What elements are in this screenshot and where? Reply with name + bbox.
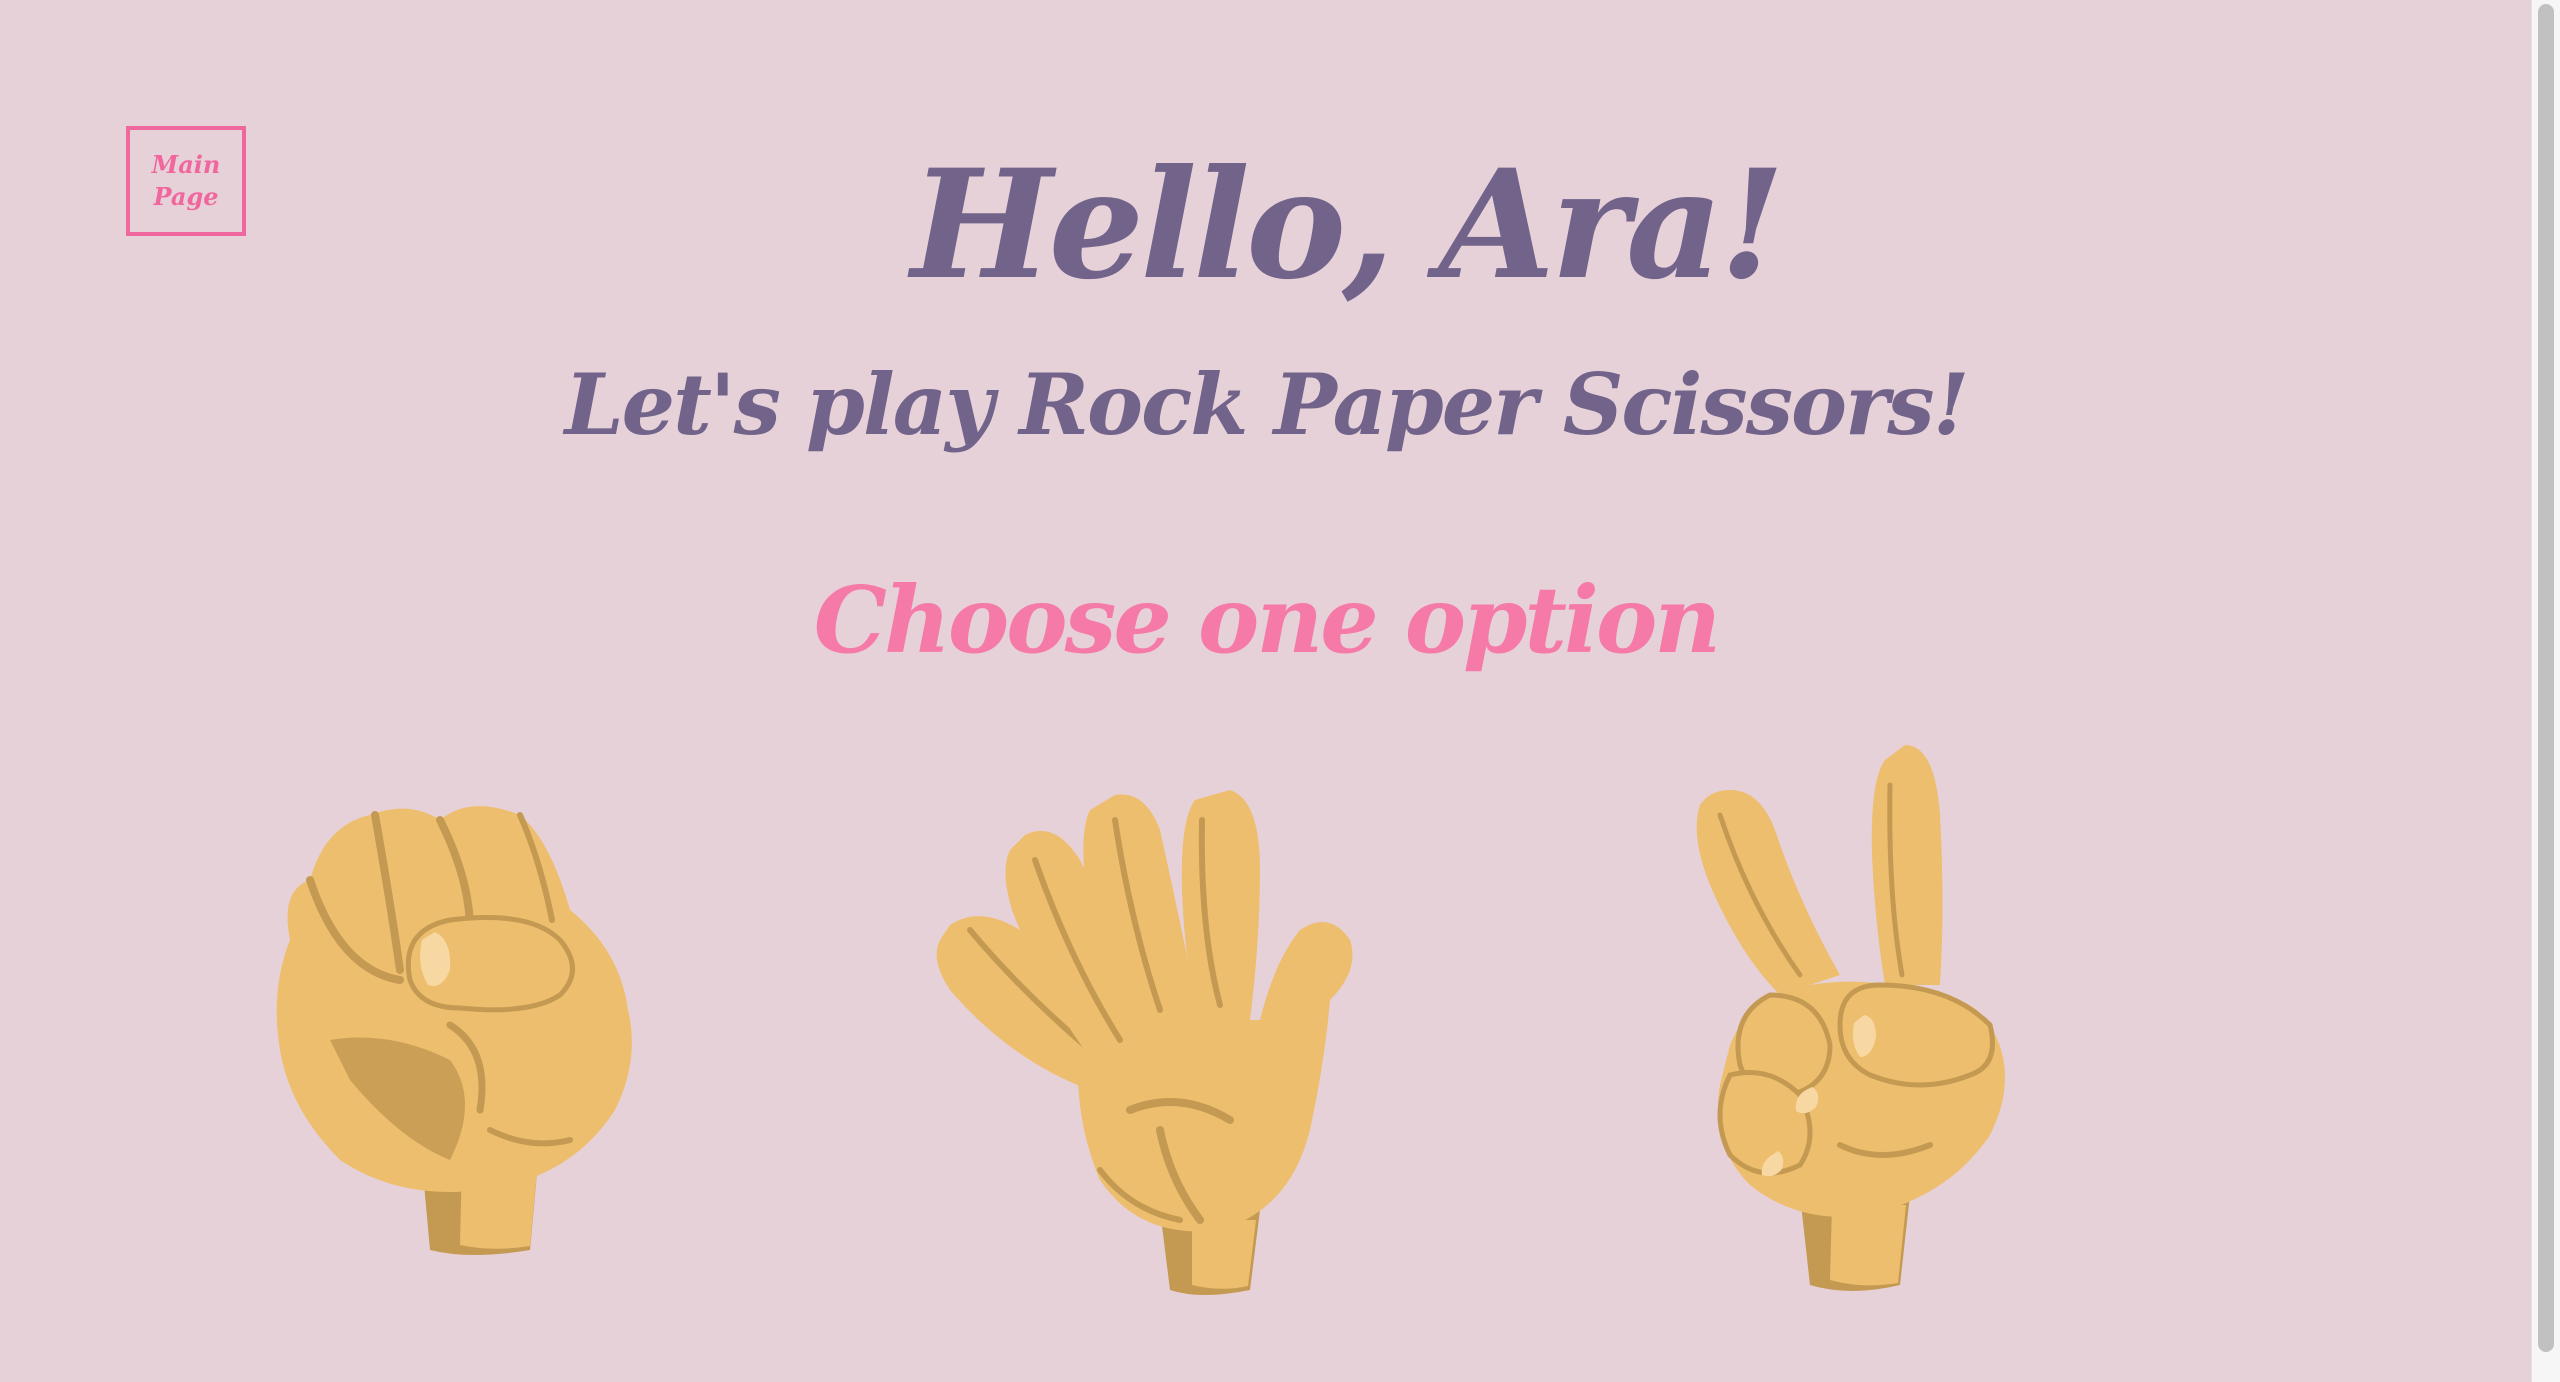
choose-option-label: Choose one option — [813, 566, 1721, 674]
game-subtitle: Let's play Rock Paper Scissors! — [564, 355, 1970, 454]
paper-hand-icon — [936, 790, 1353, 1295]
vertical-scrollbar[interactable] — [2531, 0, 2560, 1382]
rock-hand-icon — [276, 806, 632, 1255]
greeting-heading: Hello, Ara! — [910, 137, 1785, 313]
scissors-option[interactable] — [1690, 745, 2050, 1295]
scissors-hand-icon — [1696, 745, 2005, 1291]
game-page: Main Page Hello, Ara! Let's play Rock Pa… — [0, 0, 2532, 1382]
rock-option[interactable] — [230, 780, 650, 1260]
scrollbar-thumb[interactable] — [2538, 4, 2554, 1352]
paper-option[interactable] — [930, 790, 1390, 1300]
